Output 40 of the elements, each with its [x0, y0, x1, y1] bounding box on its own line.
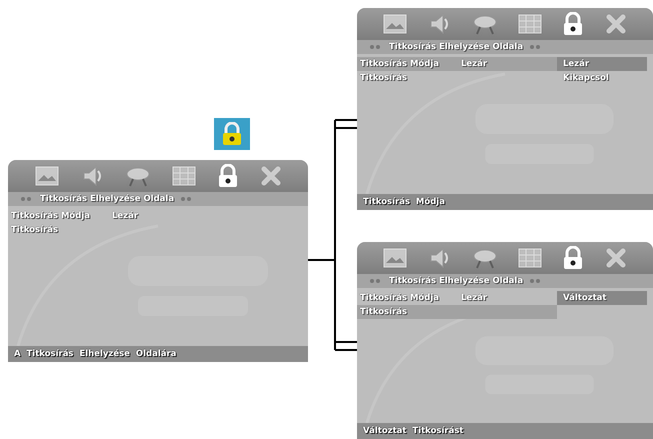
row-label: Titkosírás Módja [360, 293, 439, 303]
menu-row[interactable]: Titkosírás [357, 71, 557, 85]
padlock-icon [221, 122, 243, 146]
menu-row[interactable]: Titkosírás Módja Lezár [357, 291, 557, 305]
footer-hint: Változtat Titkosírást [363, 426, 464, 436]
left-dots-icon [20, 196, 34, 202]
close-icon[interactable] [604, 247, 627, 269]
row-value: Lezár [461, 59, 488, 69]
row-value: Lezár [112, 211, 138, 221]
menu-row[interactable]: Titkosírás [357, 305, 557, 319]
picture-icon[interactable] [34, 166, 58, 186]
grid-screen-icon[interactable] [518, 248, 542, 268]
menu-row[interactable]: Titkosírás Módja Lezár [8, 209, 208, 223]
option-item[interactable]: Változtat [557, 291, 647, 305]
row-label: Titkosírás [360, 307, 407, 317]
padlock-icon[interactable] [562, 246, 584, 270]
close-icon[interactable] [604, 13, 627, 35]
picture-icon[interactable] [383, 248, 408, 268]
row-label: Titkosírás [11, 225, 58, 235]
header-title: Titkosírás Elhelyzése Oldala [40, 194, 174, 204]
row-label: Titkosírás Módja [11, 211, 90, 221]
left-dots-icon [369, 44, 383, 50]
header-title: Titkosírás Elhelyzése Oldala [389, 276, 524, 286]
menu-row[interactable]: Titkosírás Módja Lezár [357, 57, 557, 71]
row-value: Lezár [461, 293, 488, 303]
picture-icon[interactable] [383, 14, 408, 34]
padlock-icon[interactable] [216, 164, 238, 188]
header-title: Titkosírás Elhelyzése Oldala [389, 42, 524, 52]
row-label: Titkosírás Módja [360, 59, 439, 69]
padlock-icon[interactable] [562, 12, 584, 36]
row-label: Titkosírás [360, 73, 407, 83]
grid-screen-icon[interactable] [172, 166, 196, 186]
menu-row[interactable]: Titkosírás [8, 223, 208, 237]
footer-hint: A Titkosírás Elhelyzése Oldalára [14, 349, 176, 359]
footer-hint: Titkosírás Módja [363, 197, 445, 207]
close-icon[interactable] [260, 165, 282, 187]
left-dots-icon [369, 278, 383, 284]
option-item[interactable]: Lezár [557, 57, 647, 71]
grid-screen-icon[interactable] [518, 14, 542, 34]
option-item[interactable]: Kikapcsol [557, 71, 647, 85]
